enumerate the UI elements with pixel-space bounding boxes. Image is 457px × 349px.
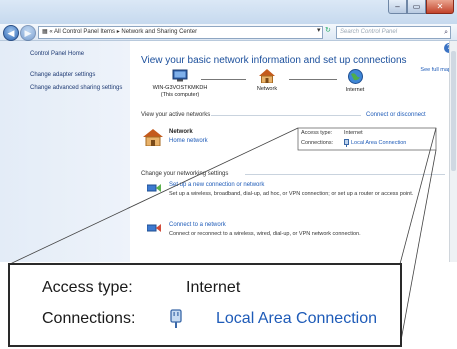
house-icon	[259, 69, 275, 83]
map-node-computer[interactable]: WIN-G3VOSTKMKDH (This computer)	[145, 69, 215, 99]
see-full-map-link[interactable]: See full map	[420, 67, 451, 73]
address-path: ▦ « All Control Panel Items ▸ Network an…	[42, 29, 198, 35]
ethernet-plug-icon	[344, 139, 349, 147]
map-node-internet[interactable]: Internet	[335, 69, 375, 94]
search-placeholder: Search Control Panel	[340, 29, 398, 35]
local-area-connection-link[interactable]: Local Area Connection	[351, 140, 406, 146]
network-sharing-center-window: – ▭ ✕ ◀ ▶ ▦ « All Control Panel Items ▸ …	[0, 0, 457, 262]
access-type-value: Internet	[344, 130, 363, 136]
access-type-label: Access type:	[301, 130, 333, 136]
search-input[interactable]: Search Control Panel ⌕	[336, 26, 451, 39]
map-node-internet-label: Internet	[345, 87, 365, 93]
scrollbar-thumb[interactable]	[451, 51, 456, 171]
globe-icon	[347, 69, 363, 84]
caption-buttons: – ▭ ✕	[388, 0, 454, 14]
main-content: ? View your basic network information an…	[131, 41, 457, 262]
search-icon[interactable]: ⌕	[444, 27, 448, 38]
connect-network-desc: Connect or reconnect to a wireless, wire…	[169, 231, 361, 237]
left-pane: Control Panel Home Change adapter settin…	[0, 41, 130, 262]
vertical-scrollbar[interactable]	[449, 41, 457, 262]
section-divider	[211, 115, 361, 116]
page-heading: View your basic network information and …	[141, 55, 407, 66]
home-network-icon	[143, 129, 163, 146]
setup-connection-link[interactable]: Set up a new connection or network	[169, 182, 264, 188]
change-settings-label: Change your networking settings	[141, 171, 229, 177]
connect-disconnect-link[interactable]: Connect or disconnect	[366, 112, 426, 118]
map-connector	[289, 79, 337, 80]
minimize-button[interactable]: –	[388, 0, 407, 14]
zoom-callout: Access type: Internet Connections: Local…	[8, 263, 402, 347]
refresh-icon[interactable]: ↻	[325, 26, 331, 34]
computer-icon	[172, 69, 188, 82]
title-bar: – ▭ ✕	[0, 0, 457, 25]
connect-network-icon	[147, 224, 161, 232]
active-networks-label: View your active networks	[141, 112, 211, 118]
connect-network-link[interactable]: Connect to a network	[169, 222, 226, 228]
connections-label: Connections:	[301, 140, 334, 146]
address-bar[interactable]: ▦ « All Control Panel Items ▸ Network an…	[38, 26, 323, 39]
map-node-network[interactable]: Network	[247, 69, 287, 93]
change-advanced-sharing-link[interactable]: Change advanced sharing settings	[30, 84, 126, 92]
address-bar-row: ◀ ▶ ▦ « All Control Panel Items ▸ Networ…	[0, 24, 457, 41]
maximize-button[interactable]: ▭	[407, 0, 426, 14]
callout-connections-label: Connections:	[42, 310, 136, 327]
network-name: Network	[169, 129, 193, 135]
close-button[interactable]: ✕	[426, 0, 454, 14]
section-divider	[245, 174, 445, 175]
callout-access-type-value: Internet	[186, 279, 241, 296]
change-adapter-settings-link[interactable]: Change adapter settings	[30, 71, 126, 79]
callout-access-type-label: Access type:	[42, 279, 133, 296]
forward-button[interactable]: ▶	[20, 25, 36, 41]
callout-local-area-connection-link[interactable]: Local Area Connection	[216, 310, 377, 328]
map-connector	[201, 79, 246, 80]
new-connection-icon	[147, 184, 161, 192]
setup-connection-desc: Set up a wireless, broadband, dial-up, a…	[169, 191, 414, 197]
address-dropdown-icon[interactable]: ▾	[317, 26, 321, 34]
back-button[interactable]: ◀	[3, 25, 19, 41]
network-type-link[interactable]: Home network	[169, 138, 208, 144]
ethernet-plug-icon	[170, 309, 182, 328]
map-node-network-label: Network	[256, 86, 278, 92]
control-panel-home-link[interactable]: Control Panel Home	[30, 50, 126, 58]
map-node-computer-label: WIN-G3VOSTKMKDH (This computer)	[152, 85, 208, 98]
